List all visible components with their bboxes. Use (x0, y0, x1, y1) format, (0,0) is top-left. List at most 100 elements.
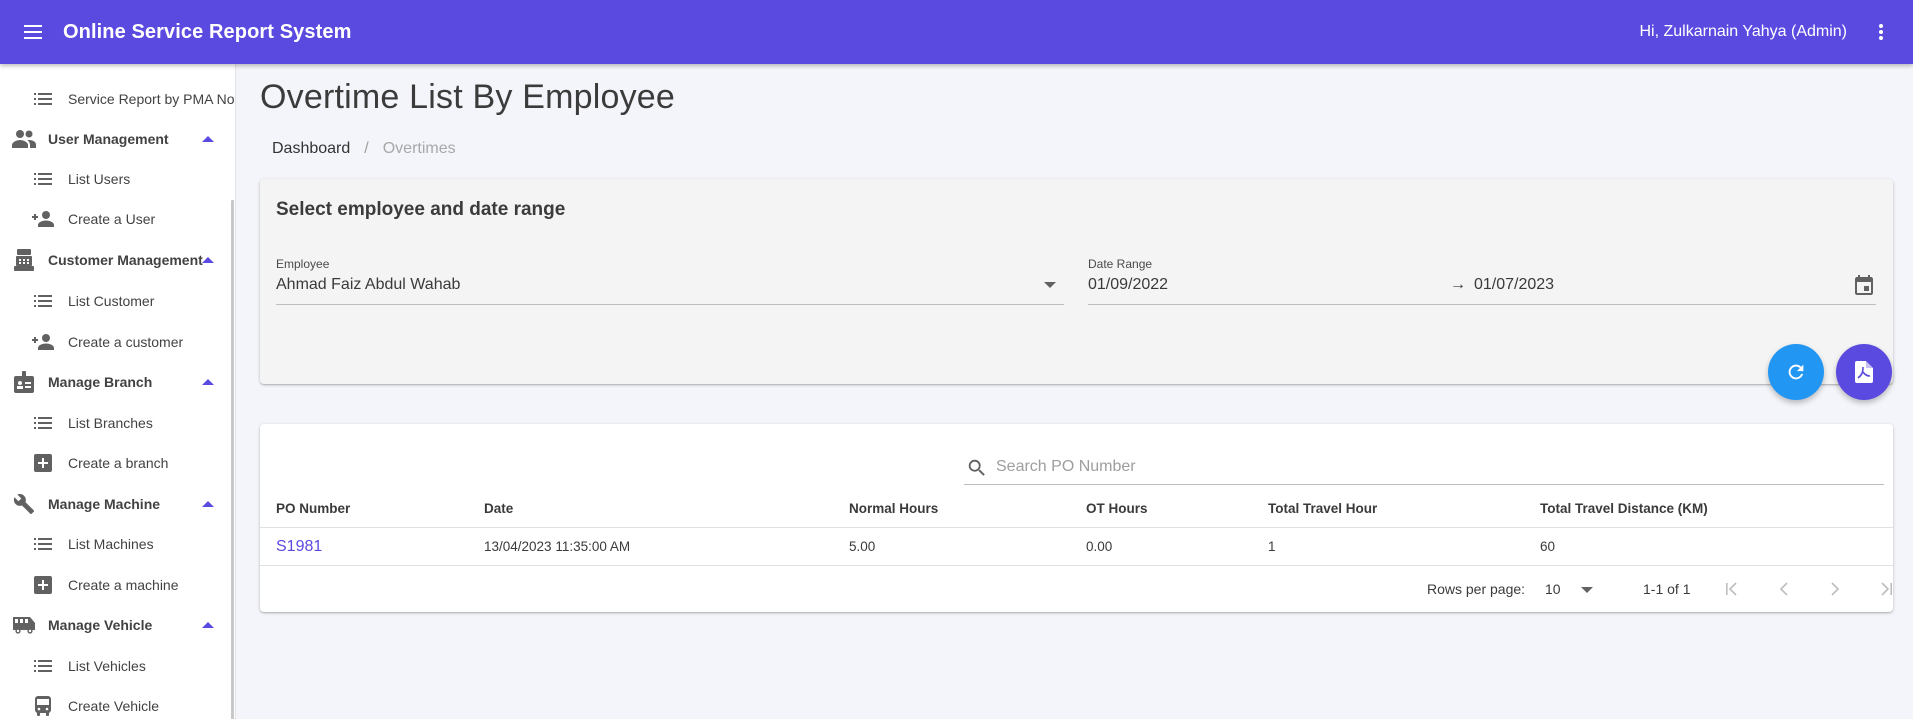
first-page-icon (1726, 582, 1737, 596)
sidebar-group-user-management[interactable]: User Management (0, 119, 230, 159)
people-icon (11, 127, 37, 151)
sidebar-group-manage-branch[interactable]: Manage Branch (0, 362, 230, 402)
sidebar-group-label: User Management (48, 131, 169, 147)
list-icon (32, 655, 54, 677)
employee-value: Ahmad Faiz Abdul Wahab (276, 276, 461, 293)
van-icon (11, 613, 37, 637)
sidebar-item-label: Create Vehicle (68, 698, 160, 714)
last-page-button[interactable] (1874, 577, 1898, 601)
refresh-button[interactable] (1768, 344, 1824, 400)
person-add-icon (32, 208, 54, 230)
date-range-end[interactable]: 01/07/2023 (1474, 276, 1554, 294)
caret-up-icon (202, 500, 214, 508)
person-add-icon (32, 331, 54, 353)
sidebar-item-list-vehicles[interactable]: List Vehicles (0, 646, 230, 686)
table-row: S1981 13/04/2023 11:35:00 AM 5.00 0.00 1… (260, 528, 1893, 566)
list-icon (32, 533, 54, 555)
search-field (964, 451, 1884, 485)
breadcrumb-dashboard-link[interactable]: Dashboard (272, 140, 350, 158)
list-icon (32, 412, 54, 434)
employee-label: Employee (276, 257, 330, 271)
sidebar-group-customer-management[interactable]: Customer Management (0, 240, 230, 280)
caret-up-icon (202, 135, 214, 143)
sidebar-item-label: List Vehicles (68, 658, 146, 674)
breadcrumb-separator: / (364, 140, 369, 157)
column-header-normal-hours[interactable]: Normal Hours (849, 490, 938, 528)
search-icon (968, 459, 985, 476)
more-vert-icon (1879, 24, 1883, 40)
chevron-left-icon (1779, 582, 1788, 596)
fax-icon (11, 248, 37, 272)
pagination-range: 1-1 of 1 (1643, 581, 1691, 597)
user-greeting: Hi, Zulkarnain Yahya (Admin) (1639, 23, 1848, 40)
sidebar-item-create-machine[interactable]: Create a machine (0, 565, 230, 605)
sidebar-item-list-users[interactable]: List Users (0, 159, 230, 199)
last-page-icon (1881, 582, 1892, 596)
sidebar-group-label: Manage Vehicle (48, 617, 153, 633)
rows-per-page-select[interactable]: 10 (1543, 578, 1593, 602)
employee-select[interactable]: Employee Ahmad Faiz Abdul Wahab (276, 257, 1064, 305)
sidebar-item-label: Create a machine (68, 577, 179, 593)
cell-total-travel-hour: 1 (1268, 539, 1276, 554)
sidebar-group-label: Manage Branch (48, 374, 153, 390)
sidebar-scrollbar[interactable] (231, 200, 234, 719)
filter-card-title: Select employee and date range (276, 199, 566, 220)
column-header-po-number[interactable]: PO Number (276, 490, 350, 528)
sidebar-item-label: List Users (68, 171, 131, 187)
sidebar-item-label: Service Report by PMA No (68, 91, 235, 107)
bus-icon (32, 695, 54, 717)
main-content: Overtime List By Employee Dashboard / Ov… (236, 64, 1913, 719)
breadcrumb: Dashboard / Overtimes (272, 140, 456, 158)
rows-per-page-label: Rows per page: (1427, 581, 1526, 597)
sidebar-item-list-machines[interactable]: List Machines (0, 524, 230, 564)
app-bar: Online Service Report System Hi, Zulkarn… (0, 0, 1913, 64)
column-header-ot-hours[interactable]: OT Hours (1086, 490, 1148, 528)
add-box-icon (32, 574, 54, 596)
dropdown-arrow-icon (1581, 587, 1593, 593)
search-input[interactable] (996, 453, 1866, 481)
sidebar-item-label: List Customer (68, 293, 155, 309)
list-icon (32, 168, 54, 190)
sidebar-item-list-branches[interactable]: List Branches (0, 403, 230, 443)
add-box-icon (32, 452, 54, 474)
cell-normal-hours: 5.00 (849, 539, 876, 554)
po-number-link[interactable]: S1981 (276, 528, 322, 566)
date-range-start[interactable]: 01/09/2022 (1088, 276, 1168, 294)
more-options-button[interactable] (1869, 20, 1893, 44)
sidebar-item-create-user[interactable]: Create a User (0, 199, 230, 239)
chevron-right-icon (1831, 582, 1840, 596)
page-title: Overtime List By Employee (260, 78, 676, 116)
sidebar-item-label: List Branches (68, 415, 153, 431)
next-page-button[interactable] (1823, 577, 1847, 601)
column-header-total-travel-hour[interactable]: Total Travel Hour (1268, 490, 1377, 528)
cell-total-travel-distance: 60 (1540, 539, 1556, 554)
table-header: PO Number Date Normal Hours OT Hours Tot… (260, 490, 1893, 528)
date-range-picker[interactable]: Date Range 01/09/2022 → 01/07/2023 (1088, 257, 1876, 305)
first-page-button[interactable] (1720, 577, 1744, 601)
previous-page-button[interactable] (1772, 577, 1796, 601)
date-range-label: Date Range (1088, 257, 1153, 271)
pdf-icon (1855, 361, 1873, 383)
sidebar-item-label: List Machines (68, 536, 154, 552)
sidebar-item-create-customer[interactable]: Create a customer (0, 322, 230, 362)
sidebar-group-manage-machine[interactable]: Manage Machine (0, 484, 230, 524)
export-pdf-button[interactable] (1836, 344, 1892, 400)
sidebar-item-service-report-pma[interactable]: Service Report by PMA No (0, 79, 235, 119)
sidebar-item-create-vehicle[interactable]: Create Vehicle (0, 686, 230, 719)
app-title: Online Service Report System (63, 20, 352, 43)
cell-ot-hours: 0.00 (1086, 539, 1113, 554)
hamburger-menu-icon (24, 25, 42, 39)
sidebar-item-list-customer[interactable]: List Customer (0, 281, 230, 321)
calendar-icon[interactable] (1852, 273, 1876, 297)
sidebar-item-label: Create a branch (68, 455, 169, 471)
list-icon (32, 88, 54, 110)
sidebar-item-label: Create a customer (68, 334, 184, 350)
filter-card: Select employee and date range Employee … (260, 179, 1893, 384)
breadcrumb-current: Overtimes (382, 140, 456, 157)
column-header-date[interactable]: Date (484, 490, 513, 528)
column-header-total-travel-distance[interactable]: Total Travel Distance (KM) (1540, 490, 1708, 528)
sidebar-group-manage-vehicle[interactable]: Manage Vehicle (0, 605, 230, 645)
pagination: Rows per page: 10 1-1 of 1 (260, 566, 1893, 612)
menu-button[interactable] (19, 18, 47, 46)
sidebar-item-create-branch[interactable]: Create a branch (0, 443, 230, 483)
